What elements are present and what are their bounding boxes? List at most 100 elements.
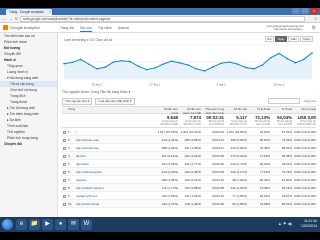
row-checkbox[interactable]	[63, 146, 66, 150]
chart-point[interactable]	[145, 68, 148, 71]
chart-point[interactable]	[269, 56, 272, 59]
row-checkbox[interactable]	[63, 130, 66, 134]
chart-point[interactable]	[162, 63, 164, 65]
chart-point[interactable]	[104, 66, 107, 68]
row-checkbox[interactable]	[63, 162, 66, 166]
browser-menu-icon[interactable]: ≡	[315, 16, 317, 22]
chart-point[interactable]	[278, 52, 280, 55]
column-header[interactable]: Tỷ lệ thoát	[249, 107, 270, 114]
page-link[interactable]: /bai-viet/thu-thuat	[76, 200, 154, 208]
chart-point[interactable]	[96, 68, 98, 70]
tab-customization[interactable]: Tùy chỉnh	[98, 26, 112, 32]
row-checkbox[interactable]	[63, 138, 66, 142]
group-month-button[interactable]: Tháng	[300, 36, 313, 42]
row-checkbox[interactable]	[63, 194, 66, 198]
chart-point[interactable]	[245, 66, 247, 69]
chart-point[interactable]	[302, 58, 305, 61]
taskbar-app-icon[interactable]: ✉	[68, 219, 79, 230]
secondary-dimension-button[interactable]: Thứ nguyên phụ ▾	[62, 98, 93, 105]
page-link[interactable]: /bai-viet/cach-tao	[76, 144, 154, 152]
chart-point[interactable]	[178, 62, 181, 64]
chart-point[interactable]	[203, 70, 206, 72]
column-header[interactable]: Số lần vào	[226, 107, 247, 114]
account-selector[interactable]: phongsangchaobuoisang.com http://www.pho…	[267, 25, 304, 31]
column-header[interactable]: Trang	[68, 107, 154, 114]
table-search-input[interactable]	[268, 98, 300, 104]
primary-dimension-others[interactable]: Tiêu đề trang Khác ▾	[100, 90, 130, 94]
metric-cell: 1.072 (20,95%)	[226, 130, 247, 134]
chart-point[interactable]	[154, 67, 156, 69]
chart-point[interactable]	[79, 58, 82, 61]
back-icon[interactable]: ←	[2, 16, 7, 21]
column-header[interactable]: Thời gian trung bình trên trang	[203, 107, 224, 114]
chart-point[interactable]	[212, 66, 214, 68]
tab-home[interactable]: Trang chủ	[60, 26, 74, 32]
chart-point[interactable]	[137, 65, 140, 68]
taskbar-app-icon[interactable]: ●	[55, 219, 66, 230]
tab-admin[interactable]: Quản trị	[118, 26, 129, 32]
taskbar-app-icon[interactable]: e	[16, 219, 27, 230]
chart-point[interactable]	[261, 64, 264, 66]
page-link[interactable]: /bai-viet/huong-dan	[76, 168, 154, 176]
chart-point[interactable]	[63, 62, 65, 65]
chart-point[interactable]	[187, 64, 189, 66]
time-grouping: Giờ Ngày Tuần Tháng	[264, 36, 313, 42]
column-header[interactable]: Giá trị trang	[294, 107, 316, 114]
column-header[interactable]: % Thoát	[272, 107, 292, 114]
chart-point[interactable]	[170, 60, 173, 62]
taskbar-app-icon[interactable]: W	[81, 219, 92, 230]
advanced-filter-link[interactable]: nâng cao	[304, 98, 316, 104]
metric-cell: 388 (4,02%)	[161, 146, 178, 150]
row-checkbox[interactable]	[63, 170, 66, 174]
chart-point[interactable]	[195, 68, 198, 70]
maximize-button[interactable]: □	[301, 8, 309, 14]
page-link[interactable]: /lien-he	[76, 152, 154, 160]
tab-reports[interactable]: Báo cáo	[80, 26, 92, 32]
metric-cell: 310 (6,06%)	[230, 146, 247, 150]
metric-selector[interactable]: Lượt xem trang ▾ VS. Chọn chỉ số	[64, 38, 112, 42]
chart-point[interactable]	[71, 61, 74, 64]
group-hour-button[interactable]: Giờ	[264, 36, 275, 42]
chart-point[interactable]	[311, 52, 313, 54]
chart-point[interactable]	[228, 61, 231, 63]
reload-icon[interactable]: ↻	[14, 16, 19, 21]
chart-point[interactable]	[294, 62, 297, 64]
row-checkbox[interactable]	[63, 178, 66, 182]
taskbar-app-icon[interactable]: ▶	[42, 219, 53, 230]
sidebar-item[interactable]: Chuyển đổi	[0, 141, 57, 147]
chart-point[interactable]	[220, 62, 222, 65]
primary-dimension-value[interactable]: Trang	[91, 90, 100, 94]
start-button[interactable]	[2, 219, 13, 230]
chart-point[interactable]	[253, 68, 255, 70]
forward-icon[interactable]: →	[8, 16, 13, 21]
group-day-button[interactable]: Ngày	[275, 36, 287, 42]
row-checkbox[interactable]	[63, 202, 66, 206]
gear-icon[interactable]: ⚙	[312, 25, 316, 31]
chart-point[interactable]	[88, 63, 90, 65]
taskbar-app-icon[interactable]: 📁	[29, 219, 40, 230]
page-link[interactable]: /bai-viet/van-mau	[76, 136, 154, 144]
column-header[interactable]: Số lần xem trang duy nhất	[180, 107, 201, 114]
page-link[interactable]: /category/tin-tuc	[76, 192, 154, 200]
chart-point[interactable]	[236, 63, 239, 65]
chart-point[interactable]	[112, 61, 115, 63]
close-window-button[interactable]: ×	[310, 8, 318, 14]
page-link[interactable]: /	[76, 128, 154, 136]
sort-type-button[interactable]: Loại sắp xếp: Mặc định ▾	[95, 98, 135, 105]
chart-point[interactable]	[121, 59, 123, 62]
system-tray-icons[interactable]: ▲ ⚑ ◀)	[278, 221, 292, 226]
group-week-button[interactable]: Tuần	[287, 36, 300, 42]
table-header: Trang Số lần xem trang Số lần xem trang du…	[62, 106, 316, 114]
page-link[interactable]: /tag/seo	[76, 176, 154, 184]
page-link[interactable]: /bai-viet/kinh-nghiem	[76, 184, 154, 192]
url-input[interactable]: www.google.com/analytics/web/?hl=vi#repo…	[20, 16, 305, 22]
column-header[interactable]: Số lần xem trang	[157, 107, 178, 114]
row-checkbox[interactable]	[63, 186, 66, 190]
row-checkbox[interactable]	[63, 154, 66, 158]
page-link[interactable]: /gioi-thieu	[76, 160, 154, 168]
metric-cell: 00:02:04	[212, 130, 224, 134]
clock[interactable]: 11:24 SA 12/02/2014	[301, 219, 317, 228]
minimize-button[interactable]: –	[292, 8, 300, 14]
chart-point[interactable]	[286, 57, 288, 60]
chart-point[interactable]	[129, 60, 131, 63]
